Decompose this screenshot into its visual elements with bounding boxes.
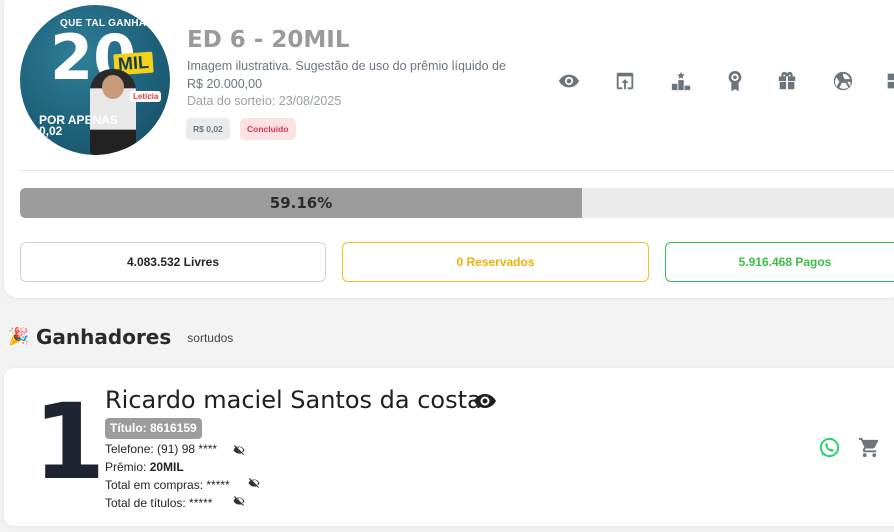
- more-icon[interactable]: [882, 68, 894, 94]
- whatsapp-icon[interactable]: [818, 436, 841, 459]
- cart-icon[interactable]: [858, 436, 881, 459]
- reserved-count-button[interactable]: 0 Reservados: [342, 242, 649, 282]
- winner-phone: Telefone: (91) 98 ****: [105, 442, 218, 456]
- eye-icon[interactable]: [556, 68, 582, 94]
- prize-label: Prêmio:: [105, 460, 150, 474]
- winner-total-purchases: Total em compras: *****: [105, 478, 230, 492]
- image-brand-logo: Letícia: [130, 91, 162, 102]
- winner-total-titles: Total de títulos: *****: [105, 496, 213, 510]
- paid-count-button[interactable]: 5.916.468 Pagos: [665, 242, 894, 282]
- free-count-button[interactable]: 4.083.532 Livres: [20, 242, 326, 282]
- gift-icon[interactable]: [774, 68, 800, 94]
- raffle-title: ED 6 - 20MIL: [187, 27, 350, 53]
- winner-rank: 1: [33, 381, 106, 503]
- prize-value: 20MIL: [149, 460, 184, 474]
- podium-icon[interactable]: [668, 68, 694, 94]
- progress-fill: 59.16%: [20, 188, 583, 218]
- progress-label: 59.16%: [269, 194, 333, 212]
- raffle-description: Imagem ilustrativa. Sugestão de uso do p…: [187, 59, 506, 91]
- sales-progress-bar: 59.16%: [20, 188, 894, 218]
- image-price: POR APENAS 0,02: [39, 113, 118, 138]
- winner-name: Ricardo maciel Santos da costa: [105, 386, 482, 414]
- divider: [20, 170, 894, 171]
- raffle-image[interactable]: QUE TAL GANHAR 20 MIL POR APENAS 0,02 Le…: [20, 5, 170, 155]
- eye-off-icon[interactable]: [248, 477, 260, 489]
- wheel-icon[interactable]: [830, 68, 856, 94]
- price-badge: R$ 0,02: [186, 118, 230, 140]
- winners-subtitle: sortudos: [187, 331, 234, 345]
- eye-off-icon[interactable]: [233, 444, 245, 456]
- party-popper-icon: 🎉: [8, 327, 30, 346]
- status-badge: Concluído: [240, 118, 296, 140]
- eye-icon[interactable]: [473, 389, 497, 413]
- award-icon[interactable]: [722, 68, 748, 94]
- eye-off-icon[interactable]: [233, 495, 245, 507]
- winner-prize: Prêmio: 20MIL: [105, 460, 184, 474]
- winners-header: 🎉 Ganhadores sortudos: [8, 324, 233, 350]
- winner-ticket-badge: Título: 8616159: [105, 418, 202, 439]
- share-icon[interactable]: [612, 68, 638, 94]
- image-face: [102, 75, 124, 99]
- winners-title: Ganhadores: [36, 325, 172, 349]
- draw-date: Data do sorteio: 23/08/2025: [187, 94, 342, 108]
